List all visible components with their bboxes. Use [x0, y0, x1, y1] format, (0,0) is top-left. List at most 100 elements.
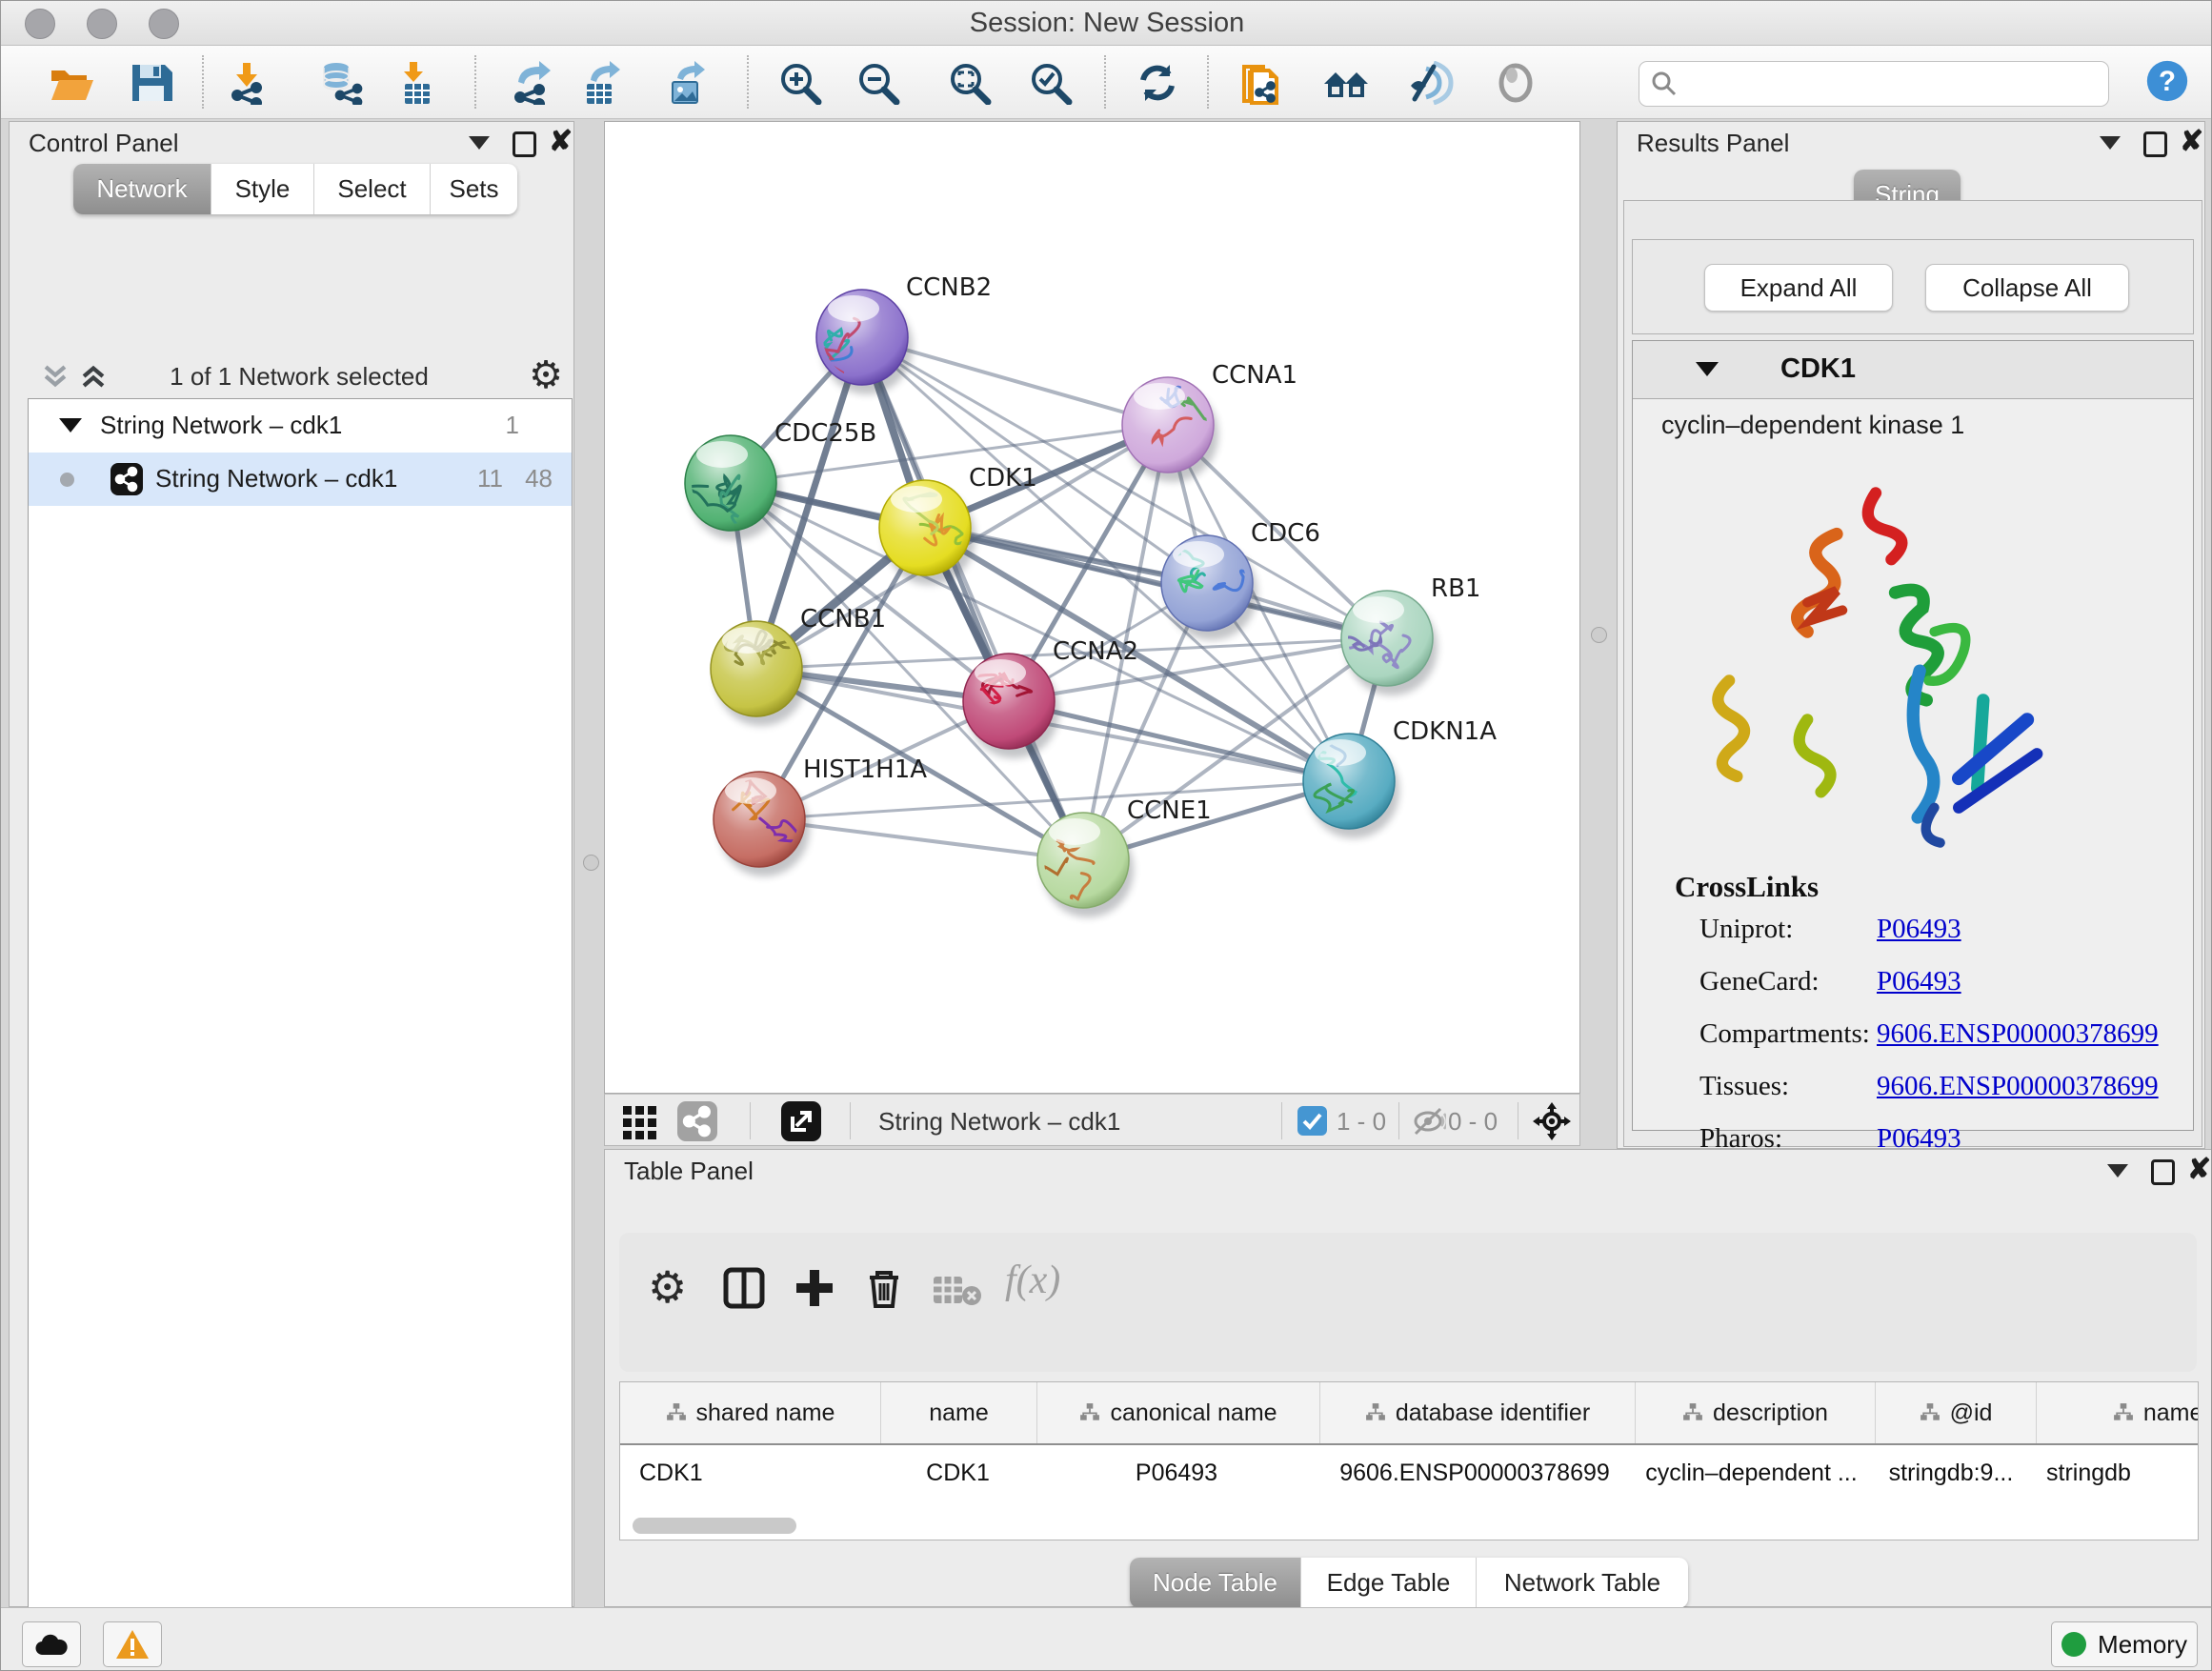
- open-in-window-icon[interactable]: [781, 1101, 821, 1141]
- memory-button[interactable]: Memory: [2051, 1621, 2198, 1667]
- network-collection-row[interactable]: String Network – cdk1 1: [29, 399, 572, 453]
- help-icon[interactable]: ?: [2143, 59, 2191, 103]
- node-ccnb1[interactable]: CCNB1: [711, 605, 886, 726]
- close-window-icon[interactable]: [25, 9, 55, 39]
- export-network-icon[interactable]: [509, 61, 556, 105]
- pan-move-icon[interactable]: [1531, 1100, 1573, 1142]
- export-table-icon[interactable]: [579, 61, 627, 105]
- tree-expander-icon[interactable]: [59, 418, 82, 433]
- document-share-icon[interactable]: [1238, 61, 1286, 105]
- horizontal-scrollbar[interactable]: [633, 1518, 796, 1534]
- selected-checkbox-icon[interactable]: [1297, 1106, 1327, 1136]
- export-image-icon[interactable]: [664, 61, 712, 105]
- tab-network-table[interactable]: Network Table: [1477, 1558, 1688, 1608]
- refresh-icon[interactable]: [1134, 61, 1181, 105]
- column-header-canonical-name[interactable]: canonical name: [1037, 1382, 1320, 1443]
- panel-menu-icon[interactable]: [469, 131, 492, 154]
- node-cdkn1a[interactable]: CDKN1A: [1303, 709, 1497, 838]
- network-row-selected[interactable]: String Network – cdk1 11 48: [29, 453, 572, 506]
- homes-icon[interactable]: [1322, 61, 1370, 105]
- crosslink-label: GeneCard:: [1699, 966, 1820, 997]
- maximize-window-icon[interactable]: [149, 9, 179, 39]
- table-cell[interactable]: CDK1: [880, 1445, 1036, 1500]
- tab-style[interactable]: Style: [211, 164, 314, 214]
- add-column-icon[interactable]: [793, 1266, 836, 1310]
- hidden-eye-icon[interactable]: [1410, 1105, 1446, 1137]
- network-canvas[interactable]: CCNB2CCNA1CDC25BCDK1CDC6RB1CCNB1CCNA2CDK…: [604, 121, 1580, 1094]
- string-results-container: Expand All Collapse All CDK1 cyclin–depe…: [1623, 200, 2202, 1147]
- column-header--id[interactable]: @id: [1876, 1382, 2037, 1443]
- panel-float-icon[interactable]: [513, 131, 535, 154]
- column-header-database-identifier[interactable]: database identifier: [1320, 1382, 1636, 1443]
- column-header-name[interactable]: name: [881, 1382, 1037, 1443]
- tab-sets[interactable]: Sets: [431, 164, 517, 214]
- node-cdc6[interactable]: CDC6: [1161, 519, 1320, 640]
- crosslink-link[interactable]: 9606.ENSP00000378699: [1877, 1071, 2159, 1101]
- protein-card-header[interactable]: CDK1: [1633, 341, 2193, 399]
- node-ccnb2[interactable]: CCNB2: [811, 273, 992, 394]
- crosslink-link[interactable]: P06493: [1877, 914, 1961, 944]
- crosslink-label: Uniprot:: [1699, 914, 1793, 945]
- crosslink-link[interactable]: P06493: [1877, 966, 1961, 997]
- column-header-shared-name[interactable]: shared name: [620, 1382, 881, 1443]
- birdseye-grid-icon[interactable]: [621, 1102, 659, 1140]
- zoom-fit-icon[interactable]: [946, 61, 994, 105]
- panel-float-icon[interactable]: [2143, 131, 2166, 154]
- tab-edge-table[interactable]: Edge Table: [1301, 1558, 1477, 1608]
- search-input[interactable]: [1639, 61, 2109, 107]
- warning-button[interactable]: [103, 1621, 162, 1667]
- panel-menu-icon[interactable]: [2107, 1159, 2130, 1182]
- delete-table-icon[interactable]: [932, 1271, 981, 1309]
- eye-icon[interactable]: [1492, 61, 1539, 105]
- tab-network[interactable]: Network: [73, 164, 211, 214]
- zoom-in-icon[interactable]: [776, 61, 824, 105]
- table-settings-gear-icon[interactable]: ⚙: [648, 1261, 687, 1313]
- collapse-section-icon[interactable]: [1696, 362, 1719, 376]
- import-network-icon[interactable]: [224, 61, 271, 105]
- gear-icon[interactable]: ⚙: [529, 354, 563, 396]
- splitter-handle[interactable]: [1591, 627, 1607, 643]
- delete-column-icon[interactable]: [862, 1266, 906, 1310]
- function-builder-icon[interactable]: f(x): [1005, 1258, 1060, 1303]
- panel-close-icon[interactable]: ✘: [2180, 131, 2202, 154]
- panel-close-icon[interactable]: ✘: [2187, 1159, 2210, 1182]
- toolbar-separator: [747, 55, 749, 109]
- import-table-icon[interactable]: [393, 61, 441, 105]
- collapse-all-button[interactable]: Collapse All: [1925, 264, 2129, 312]
- panel-float-icon[interactable]: [2151, 1159, 2174, 1182]
- table-cell[interactable]: 9606.ENSP00000378699: [1317, 1445, 1632, 1500]
- table-cell[interactable]: stringdb:9...: [1871, 1445, 2031, 1500]
- expand-all-button[interactable]: Expand All: [1704, 264, 1893, 312]
- tab-node-table[interactable]: Node Table: [1130, 1558, 1301, 1608]
- column-header-description[interactable]: description: [1636, 1382, 1876, 1443]
- node-label: CCNE1: [1127, 796, 1212, 825]
- table-cell[interactable]: stringdb: [2031, 1445, 2199, 1500]
- cloud-button[interactable]: [22, 1621, 81, 1667]
- table-row[interactable]: CDK1CDK1P064939606.ENSP00000378699cyclin…: [620, 1445, 2199, 1500]
- crosslink-link[interactable]: 9606.ENSP00000378699: [1877, 1018, 2159, 1049]
- node-cdk1[interactable]: CDK1: [879, 464, 1037, 585]
- tab-select[interactable]: Select: [314, 164, 431, 214]
- column-tree-icon: [1920, 1402, 1941, 1423]
- open-session-icon[interactable]: [48, 61, 95, 105]
- zoom-selected-icon[interactable]: [1027, 61, 1075, 105]
- save-session-icon[interactable]: [128, 61, 175, 105]
- table-cell[interactable]: CDK1: [620, 1445, 880, 1500]
- splitter-handle[interactable]: [583, 855, 599, 871]
- node-rb1[interactable]: RB1: [1334, 574, 1481, 695]
- network-graph[interactable]: CCNB2CCNA1CDC25BCDK1CDC6RB1CCNB1CCNA2CDK…: [605, 122, 1579, 1093]
- table-cell[interactable]: P06493: [1036, 1445, 1317, 1500]
- panel-close-icon[interactable]: ✘: [549, 131, 572, 154]
- zoom-out-icon[interactable]: [855, 61, 902, 105]
- panel-menu-icon[interactable]: [2100, 131, 2122, 154]
- eye-wave-icon[interactable]: [1407, 61, 1455, 105]
- network-selection-status: 1 of 1 Network selected: [28, 362, 571, 392]
- minimize-window-icon[interactable]: [87, 9, 117, 39]
- show-columns-icon[interactable]: [722, 1266, 766, 1310]
- node-ccne1[interactable]: CCNE1: [1026, 796, 1212, 922]
- import-database-icon[interactable]: [315, 61, 363, 105]
- network-type-toggle-icon[interactable]: [677, 1101, 717, 1141]
- table-cell[interactable]: cyclin–dependent ...: [1632, 1445, 1871, 1500]
- column-header-namespace[interactable]: namespace: [2037, 1382, 2199, 1443]
- node-table: shared namenamecanonical namedatabase id…: [619, 1381, 2199, 1540]
